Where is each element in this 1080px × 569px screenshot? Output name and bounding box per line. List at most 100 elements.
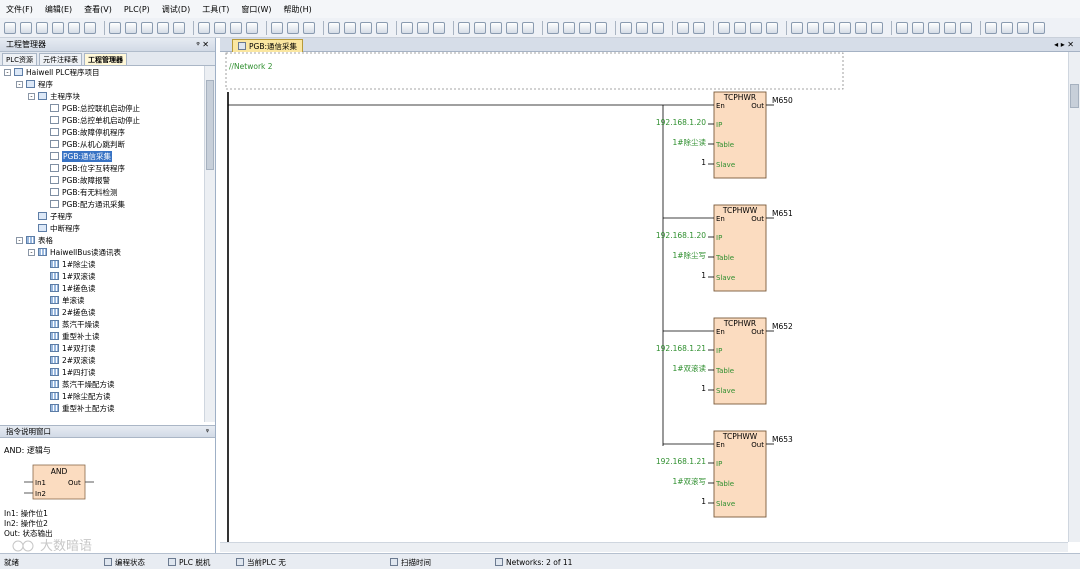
toolbar-button-icon[interactable] [928, 21, 940, 34]
tree-item[interactable]: 1#双滚读 [0, 270, 204, 282]
tree-item[interactable]: PGB:从机心跳判断 [0, 138, 204, 150]
toolbar-button-icon[interactable] [376, 21, 388, 34]
toolbar-button-icon[interactable] [960, 21, 972, 34]
toolbar-button-icon[interactable] [52, 21, 64, 34]
toolbar-button-icon[interactable] [807, 21, 819, 34]
tree-expander-icon[interactable]: - [28, 92, 35, 100]
toolbar-button-icon[interactable] [214, 21, 226, 34]
tree-item[interactable]: 重型补土配方读 [0, 402, 204, 414]
toolbar-button-icon[interactable] [36, 21, 48, 34]
menu-item-7[interactable]: 帮助(H) [284, 4, 312, 15]
tree-item[interactable]: 蒸汽干燥配方读 [0, 378, 204, 390]
panel-pin-close-icon[interactable]: ᵠ ✕ [196, 40, 209, 49]
tree-item[interactable]: PGB:总控联机启动停止 [0, 102, 204, 114]
toolbar-button-icon[interactable] [1033, 21, 1045, 34]
panel-tab-2[interactable]: 工程管理器 [84, 53, 128, 65]
tree-expander-icon[interactable]: - [16, 236, 23, 244]
toolbar-button-icon[interactable] [896, 21, 908, 34]
tree-item[interactable]: PGB:通信采集 [0, 150, 204, 162]
tree-item[interactable]: 1#四打读 [0, 366, 204, 378]
toolbar-button-icon[interactable] [125, 21, 137, 34]
menu-item-1[interactable]: 编辑(E) [45, 4, 72, 15]
toolbar-button-icon[interactable] [912, 21, 924, 34]
tree-item[interactable]: PGB:有无料检测 [0, 186, 204, 198]
tree-item[interactable]: 子程序 [0, 210, 204, 222]
toolbar-button-icon[interactable] [791, 21, 803, 34]
toolbar-button-icon[interactable] [718, 21, 730, 34]
toolbar-button-icon[interactable] [677, 21, 689, 34]
tree-item[interactable]: 2#搓色读 [0, 306, 204, 318]
toolbar-button-icon[interactable] [839, 21, 851, 34]
menu-item-3[interactable]: PLC(P) [124, 5, 150, 14]
toolbar-button-icon[interactable] [328, 21, 340, 34]
editor-vertical-scrollbar[interactable] [1068, 52, 1080, 542]
toolbar-button-icon[interactable] [157, 21, 169, 34]
tree-scroll-thumb[interactable] [206, 80, 214, 170]
toolbar-button-icon[interactable] [474, 21, 486, 34]
tree-item[interactable]: 蒸汽干燥读 [0, 318, 204, 330]
tree-item[interactable]: 2#双滚读 [0, 354, 204, 366]
toolbar-button-icon[interactable] [693, 21, 705, 34]
toolbar-button-icon[interactable] [522, 21, 534, 34]
tree-item[interactable]: - HaiwellBus读通讯表 [0, 246, 204, 258]
tree-item[interactable]: 重型补土读 [0, 330, 204, 342]
toolbar-button-icon[interactable] [823, 21, 835, 34]
toolbar-button-icon[interactable] [401, 21, 413, 34]
toolbar-button-icon[interactable] [141, 21, 153, 34]
toolbar-button-icon[interactable] [303, 21, 315, 34]
toolbar-button-icon[interactable] [652, 21, 664, 34]
tree-item[interactable]: - 主程序块 [0, 90, 204, 102]
menu-item-6[interactable]: 窗口(W) [241, 4, 271, 15]
toolbar-button-icon[interactable] [173, 21, 185, 34]
toolbar-button-icon[interactable] [4, 21, 16, 34]
toolbar-button-icon[interactable] [750, 21, 762, 34]
toolbar-button-icon[interactable] [433, 21, 445, 34]
tree-item[interactable]: PGB:故障停机程序 [0, 126, 204, 138]
toolbar-button-icon[interactable] [579, 21, 591, 34]
toolbar-button-icon[interactable] [198, 21, 210, 34]
editor-horizontal-scrollbar[interactable] [220, 542, 1068, 552]
tree-expander-icon[interactable]: - [28, 248, 35, 256]
toolbar-button-icon[interactable] [636, 21, 648, 34]
toolbar-button-icon[interactable] [490, 21, 502, 34]
menu-item-2[interactable]: 查看(V) [84, 4, 112, 15]
tree-item[interactable]: PGB:总控单机启动停止 [0, 114, 204, 126]
info-pin-icon[interactable]: ᵠ [206, 427, 209, 436]
tree-item[interactable]: PGB:配方通讯采集 [0, 198, 204, 210]
toolbar-button-icon[interactable] [563, 21, 575, 34]
menu-item-4[interactable]: 调试(D) [162, 4, 190, 15]
tree-item[interactable]: 1#除尘读 [0, 258, 204, 270]
toolbar-button-icon[interactable] [287, 21, 299, 34]
tree-scrollbar[interactable] [204, 66, 215, 422]
toolbar-button-icon[interactable] [985, 21, 997, 34]
panel-tab-1[interactable]: 元件注释表 [39, 53, 83, 65]
toolbar-button-icon[interactable] [360, 21, 372, 34]
toolbar-button-icon[interactable] [734, 21, 746, 34]
tree-item[interactable]: 中断程序 [0, 222, 204, 234]
tree-item[interactable]: 1#除尘配方读 [0, 390, 204, 402]
tree-item[interactable]: - Haiwell PLC程序项目 [0, 66, 204, 78]
toolbar-button-icon[interactable] [547, 21, 559, 34]
toolbar-button-icon[interactable] [68, 21, 80, 34]
editor-scroll-thumb[interactable] [1070, 84, 1079, 108]
toolbar-button-icon[interactable] [944, 21, 956, 34]
toolbar-button-icon[interactable] [855, 21, 867, 34]
toolbar-button-icon[interactable] [246, 21, 258, 34]
tree-item[interactable]: PGB:位字互转程序 [0, 162, 204, 174]
tree-expander-icon[interactable]: - [4, 68, 11, 76]
toolbar-button-icon[interactable] [1001, 21, 1013, 34]
toolbar-button-icon[interactable] [84, 21, 96, 34]
toolbar-button-icon[interactable] [871, 21, 883, 34]
toolbar-button-icon[interactable] [620, 21, 632, 34]
panel-tab-0[interactable]: PLC资源 [2, 53, 38, 65]
toolbar-button-icon[interactable] [109, 21, 121, 34]
tree-expander-icon[interactable]: - [16, 80, 23, 88]
tree-item[interactable]: PGB:故障报警 [0, 174, 204, 186]
toolbar-button-icon[interactable] [766, 21, 778, 34]
toolbar-button-icon[interactable] [458, 21, 470, 34]
ladder-diagram[interactable]: //Network 2 TCPHWREn OutIPTableSlaveM6501… [220, 52, 1068, 542]
menu-item-0[interactable]: 文件(F) [6, 4, 33, 15]
tab-nav-arrows-icon[interactable]: ◂ ▸ ✕ [1054, 40, 1074, 49]
tree-item[interactable]: 单滚读 [0, 294, 204, 306]
toolbar-button-icon[interactable] [595, 21, 607, 34]
